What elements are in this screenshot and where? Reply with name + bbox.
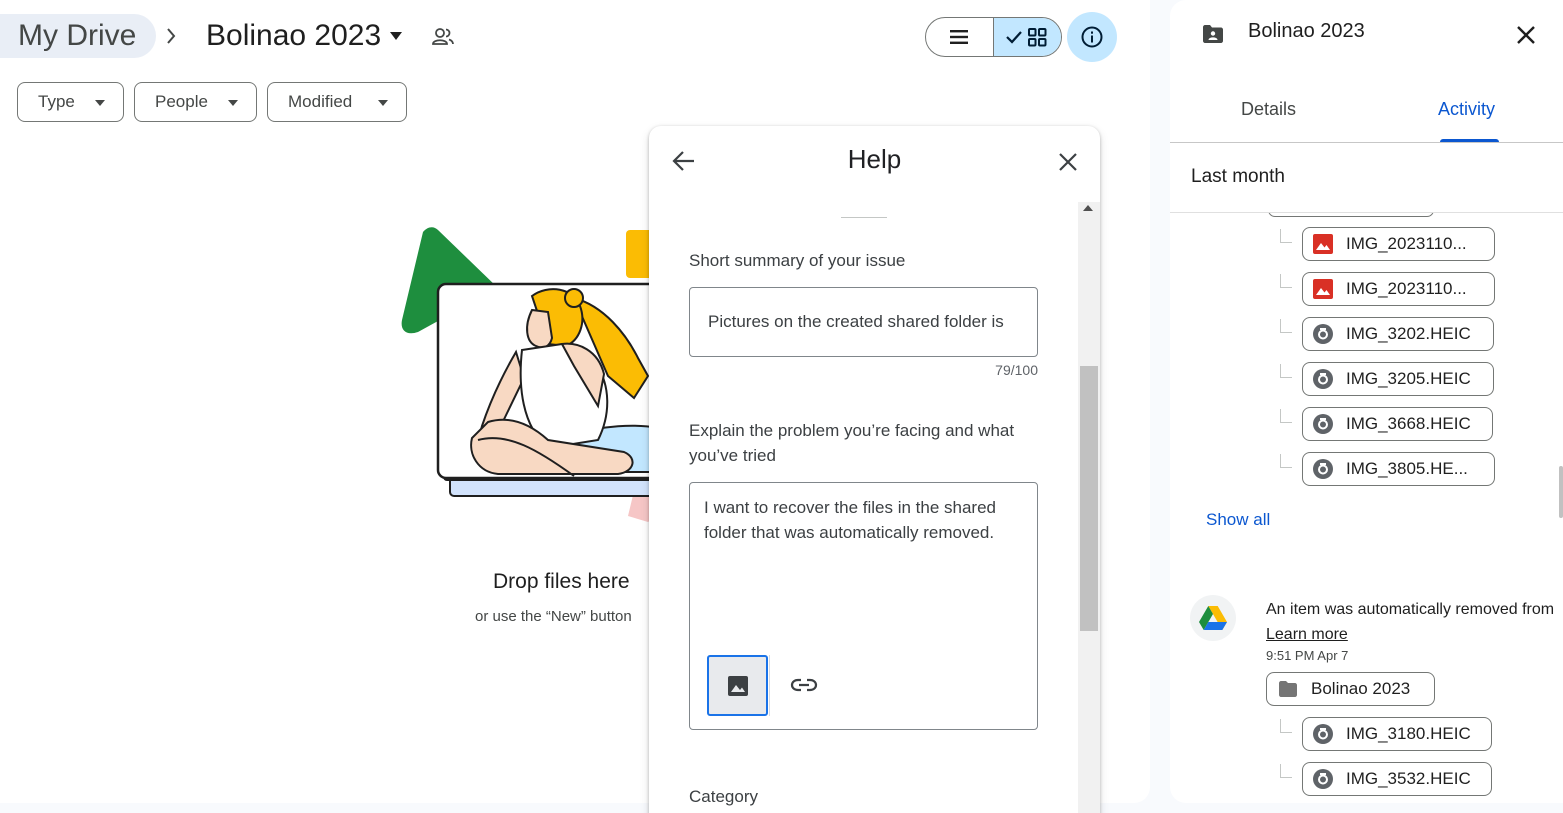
file-chip[interactable]: IMG_3805.HE... [1302, 452, 1495, 486]
drive-avatar [1190, 595, 1236, 641]
filter-type-chip[interactable]: Type [17, 82, 124, 122]
empty-state-subtitle: or use the “New” button [475, 608, 632, 625]
summary-label: Short summary of your issue [689, 251, 906, 270]
google-drive-icon [1199, 605, 1227, 630]
tree-connector [1280, 454, 1292, 468]
file-name: IMG_3205.HEIC [1346, 369, 1471, 388]
image-icon [1313, 234, 1333, 254]
view-toggle [925, 17, 1062, 57]
details-scrollbar-thumb[interactable] [1559, 466, 1563, 518]
image-icon [1313, 279, 1333, 299]
filter-type-label: Type [38, 92, 75, 111]
tab-activity[interactable]: Activity [1438, 99, 1495, 120]
camera-icon [1313, 324, 1333, 344]
summary-input[interactable]: Pictures on the created shared folder is [689, 287, 1038, 357]
info-icon [1081, 26, 1103, 48]
parent-folder-chip[interactable] [1268, 213, 1434, 217]
tree-connector [1280, 364, 1292, 378]
tree-connector [1280, 409, 1292, 423]
explain-text: I want to recover the files in the share… [704, 498, 996, 542]
camera-icon [1313, 459, 1333, 479]
empty-folder-illustration [401, 227, 658, 522]
file-chip[interactable]: IMG_2023110... [1302, 272, 1495, 306]
close-icon[interactable] [1515, 24, 1537, 46]
folder-icon [1279, 681, 1297, 697]
file-chip[interactable]: IMG_3180.HEIC [1302, 717, 1492, 751]
help-scrollbar-thumb[interactable] [1080, 366, 1098, 631]
file-chip[interactable]: IMG_2023110... [1302, 227, 1495, 261]
activity-description: An item was automatically removed from L… [1266, 597, 1561, 647]
help-panel: Help Short summary of your issue Picture… [649, 126, 1100, 813]
chevron-right-icon [167, 28, 176, 44]
details-panel: Bolinao 2023 Details Activity Last month… [1170, 0, 1563, 803]
scroll-up-arrow-icon[interactable] [1083, 204, 1093, 212]
show-all-link[interactable]: Show all [1206, 510, 1270, 530]
character-counter: 79/100 [995, 362, 1038, 378]
activity-timestamp: 9:51 PM Apr 7 [1266, 648, 1349, 663]
attach-screenshot-button[interactable] [707, 655, 768, 716]
activity-list[interactable]: IMG_2023110... IMG_2023110... IMG_3202.H… [1170, 213, 1563, 803]
breadcrumb-my-drive[interactable]: My Drive [0, 14, 157, 58]
help-title: Help [847, 144, 902, 174]
section-title: Last month [1191, 166, 1285, 187]
filter-people-chip[interactable]: People [134, 82, 257, 122]
file-name: IMG_2023110... [1346, 234, 1467, 253]
category-label: Category [689, 787, 758, 806]
tab-details[interactable]: Details [1241, 99, 1296, 120]
list-icon [950, 30, 969, 44]
caret-down-icon [228, 100, 238, 106]
file-chip[interactable]: IMG_3202.HEIC [1302, 317, 1494, 351]
folder-name: Bolinao 2023 [1311, 679, 1411, 698]
filter-modified-chip[interactable]: Modified [267, 82, 407, 122]
details-title: Bolinao 2023 [1248, 20, 1365, 42]
caret-down-icon[interactable] [388, 30, 404, 42]
file-name: IMG_2023110... [1346, 279, 1467, 298]
view-details-button[interactable] [1067, 12, 1117, 62]
folder-chip[interactable]: Bolinao 2023 [1266, 672, 1435, 706]
explain-label: Explain the problem you’re facing and wh… [689, 421, 1015, 465]
file-name: IMG_3180.HEIC [1346, 724, 1471, 743]
check-grid-icon [1006, 28, 1047, 47]
divider [769, 655, 770, 716]
filter-modified-label: Modified [288, 92, 353, 111]
caret-down-icon [95, 100, 105, 106]
file-name: IMG_3805.HE... [1346, 459, 1468, 478]
shared-people-icon[interactable] [430, 24, 456, 50]
image-icon [727, 675, 748, 696]
shared-folder-icon [1203, 25, 1223, 43]
file-name: IMG_3202.HEIC [1346, 324, 1471, 343]
tree-connector [1280, 319, 1292, 333]
tree-connector [1280, 764, 1292, 778]
grid-view-button[interactable] [993, 18, 1061, 56]
file-name: IMG_3532.HEIC [1346, 769, 1471, 788]
breadcrumb-current-folder[interactable]: Bolinao 2023 [206, 14, 381, 58]
tree-connector [1280, 719, 1292, 733]
close-icon[interactable] [1056, 150, 1080, 174]
file-name: IMG_3668.HEIC [1346, 414, 1471, 433]
tree-connector [1280, 274, 1292, 288]
file-chip[interactable]: IMG_3532.HEIC [1302, 762, 1492, 796]
tree-connector [1280, 229, 1292, 243]
filter-people-label: People [155, 92, 208, 111]
file-chip[interactable]: IMG_3668.HEIC [1302, 407, 1493, 441]
caret-down-icon [378, 100, 388, 106]
link-icon[interactable] [790, 673, 818, 697]
camera-icon [1313, 769, 1333, 789]
learn-more-link[interactable]: Learn more [1266, 626, 1348, 643]
activity-text: An item was automatically removed from [1266, 601, 1555, 618]
camera-icon [1313, 414, 1333, 434]
divider [1170, 142, 1563, 143]
empty-state-title: Drop files here [493, 570, 630, 593]
explain-textarea[interactable]: I want to recover the files in the share… [689, 482, 1038, 730]
divider [841, 217, 887, 218]
camera-icon [1313, 724, 1333, 744]
camera-icon [1313, 369, 1333, 389]
list-view-button[interactable] [926, 18, 994, 56]
file-chip[interactable]: IMG_3205.HEIC [1302, 362, 1494, 396]
